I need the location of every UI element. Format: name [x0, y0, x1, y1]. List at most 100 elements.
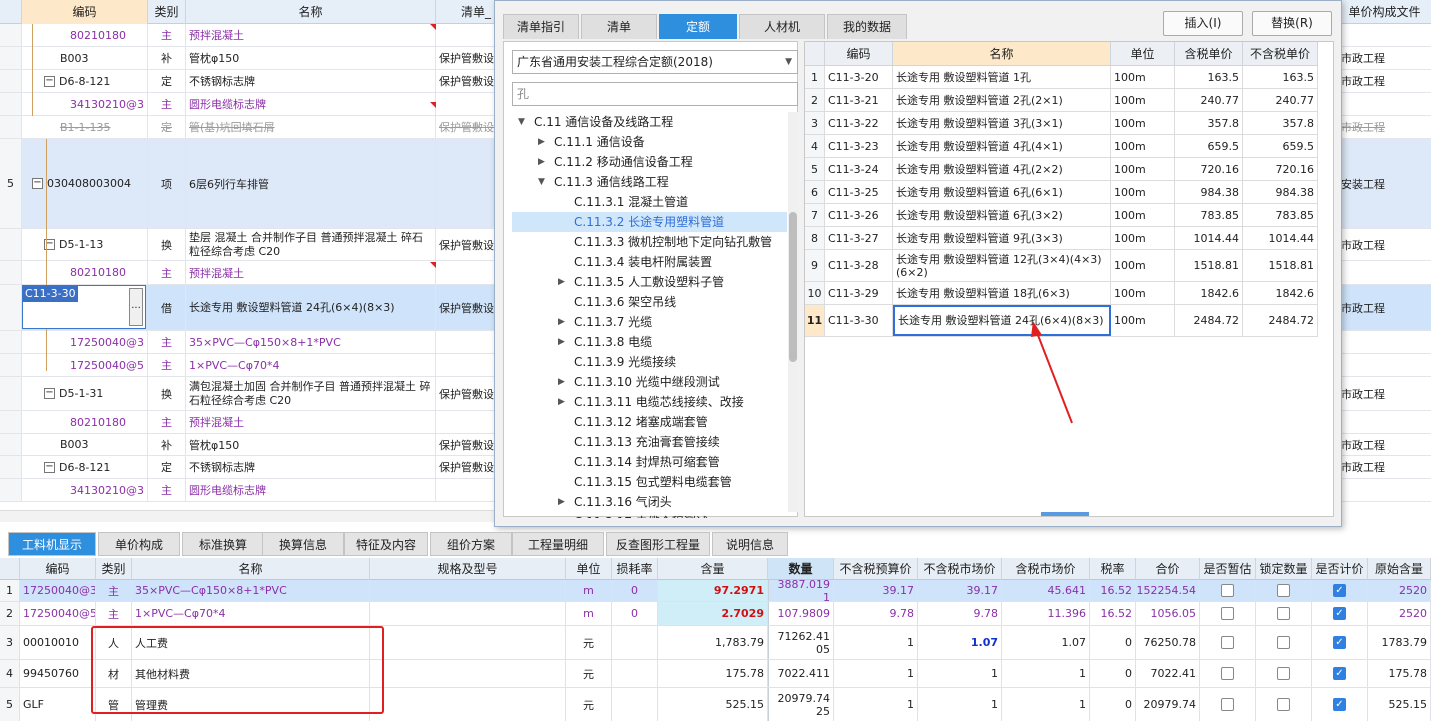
- caret-right-icon[interactable]: ▶: [538, 137, 545, 147]
- tree-node[interactable]: C.11.3.1 混凝土管道: [574, 192, 688, 212]
- header-code[interactable]: 编码: [22, 0, 148, 24]
- tree-node[interactable]: C.11 通信设备及线路工程: [534, 112, 673, 132]
- quota-cell-tax[interactable]: 1014.44: [1175, 227, 1243, 249]
- bottom-header-cell[interactable]: 编码: [20, 558, 96, 580]
- bottom-cell-rate[interactable]: 16.52: [1090, 602, 1136, 625]
- collapse-icon[interactable]: −: [44, 75, 55, 87]
- quota-cell-name[interactable]: 长途专用 敷设塑料管道 4孔(2×2): [893, 158, 1111, 180]
- dialog-tab[interactable]: 人材机: [739, 14, 825, 39]
- row-name[interactable]: 满包混凝土加固 合并制作子目 普通预拌混凝土 碎石粒径综合考虑 C20: [186, 377, 436, 410]
- quota-cell-code[interactable]: C11-3-25: [825, 181, 893, 203]
- row-code[interactable]: − D6-8-121: [22, 70, 148, 92]
- bottom-cell-budget[interactable]: 9.78: [834, 602, 918, 625]
- row-name[interactable]: 圆形电缆标志牌: [186, 93, 436, 115]
- bottom-cell-lock[interactable]: [1256, 602, 1312, 625]
- checkbox[interactable]: ✓: [1333, 667, 1346, 680]
- caret-right-icon[interactable]: ▶: [558, 517, 565, 518]
- quota-row[interactable]: 6 C11-3-25 长途专用 敷设塑料管道 6孔(6×1) 100m 984.38 98…: [805, 181, 1318, 204]
- caret-down-icon[interactable]: ▼: [518, 117, 525, 127]
- collapse-icon[interactable]: −: [44, 388, 55, 399]
- detail-tab[interactable]: 反查图形工程量: [606, 532, 710, 556]
- row-code[interactable]: B003: [22, 434, 148, 455]
- bottom-cell-budget[interactable]: 1: [834, 626, 918, 659]
- row-name[interactable]: 不锈钢标志牌: [186, 456, 436, 478]
- quota-header-name[interactable]: 名称: [893, 42, 1111, 66]
- quota-header-tax-price[interactable]: 含税单价: [1175, 42, 1243, 66]
- bottom-row[interactable]: 1 17250040@3 主 35×PVC—Cφ150×8+1*PVC m 0 97.297…: [0, 580, 1431, 602]
- caret-right-icon[interactable]: ▶: [558, 337, 565, 347]
- row-code[interactable]: − D5-1-31: [22, 377, 148, 410]
- quota-cell-unit[interactable]: 100m: [1111, 135, 1175, 157]
- bottom-header-cell[interactable]: 合价: [1136, 558, 1200, 580]
- bottom-cell-code[interactable]: 00010010: [20, 626, 96, 659]
- bottom-cell-code[interactable]: 17250040@3: [20, 580, 96, 601]
- tree-node[interactable]: C.11.3.7 光缆: [574, 312, 652, 332]
- bottom-cell-total[interactable]: 20979.74: [1136, 688, 1200, 721]
- row-code[interactable]: − D5-1-13: [22, 229, 148, 260]
- detail-tab[interactable]: 组价方案: [430, 532, 512, 556]
- bottom-cell-lock[interactable]: [1256, 580, 1312, 601]
- bottom-cell-code[interactable]: 99450760: [20, 660, 96, 687]
- row-name[interactable]: 1×PVC—Cφ70*4: [186, 354, 436, 376]
- bottom-cell-total[interactable]: 76250.78: [1136, 626, 1200, 659]
- quota-cell-code[interactable]: C11-3-22: [825, 112, 893, 134]
- tree-node[interactable]: C.11.2 移动通信设备工程: [554, 152, 693, 172]
- checkbox[interactable]: ✓: [1333, 698, 1346, 711]
- bottom-cell-est[interactable]: [1200, 626, 1256, 659]
- detail-tab[interactable]: 标准换算: [182, 532, 264, 556]
- quota-cell-notax[interactable]: 240.77: [1243, 89, 1318, 111]
- quota-row[interactable]: 8 C11-3-27 长途专用 敷设塑料管道 9孔(3×3) 100m 1014.44 1…: [805, 227, 1318, 250]
- collapse-icon[interactable]: −: [32, 178, 43, 189]
- bottom-cell-total[interactable]: 7022.41: [1136, 660, 1200, 687]
- bottom-cell-lock[interactable]: [1256, 688, 1312, 721]
- quota-cell-unit[interactable]: 100m: [1111, 250, 1175, 281]
- quota-cell-notax[interactable]: 984.38: [1243, 181, 1318, 203]
- row-code[interactable]: 80210180: [22, 24, 148, 46]
- bottom-header-cell[interactable]: 是否暂估: [1200, 558, 1256, 580]
- tree-node[interactable]: C.11.3.5 人工敷设塑料子管: [574, 272, 724, 292]
- checkbox[interactable]: [1221, 607, 1234, 620]
- bottom-cell-price[interactable]: ✓: [1312, 626, 1368, 659]
- bottom-cell-content[interactable]: 525.15: [658, 688, 768, 721]
- code-editor[interactable]: C11-3-30 ...: [22, 285, 146, 329]
- tree-node[interactable]: C.11.3.13 充油膏套管接续: [574, 432, 720, 452]
- bottom-cell-tax_market[interactable]: 1: [1002, 660, 1090, 687]
- quota-cell-tax[interactable]: 240.77: [1175, 89, 1243, 111]
- row-name[interactable]: 垫层 混凝土 合并制作子目 普通预拌混凝土 碎石粒径综合考虑 C20: [186, 229, 436, 260]
- row-code[interactable]: 34130210@3: [22, 479, 148, 501]
- bottom-cell-qty[interactable]: 71262.4105: [768, 626, 834, 659]
- quota-cell-name[interactable]: 长途专用 敷设塑料管道 12孔(3×4)(4×3)(6×2): [893, 250, 1111, 281]
- detail-tab[interactable]: 特征及内容: [344, 532, 428, 556]
- bottom-cell-rate[interactable]: 0: [1090, 660, 1136, 687]
- quota-cell-name[interactable]: 长途专用 敷设塑料管道 1孔: [893, 66, 1111, 88]
- tree-node[interactable]: C.11.3.3 微机控制地下定向钻孔敷管: [574, 232, 772, 252]
- row-name[interactable]: 预拌混凝土: [186, 261, 436, 284]
- bottom-cell-total[interactable]: 152254.54: [1136, 580, 1200, 601]
- quota-cell-notax[interactable]: 1014.44: [1243, 227, 1318, 249]
- quota-cell-unit[interactable]: 100m: [1111, 305, 1175, 336]
- bottom-cell-qty[interactable]: 107.9809: [768, 602, 834, 625]
- row-code[interactable]: B003: [22, 47, 148, 69]
- row-name[interactable]: 35×PVC—Cφ150×8+1*PVC: [186, 331, 436, 353]
- quota-row[interactable]: 11 C11-3-30 长途专用 敷设塑料管道 24孔(6×4)(8×3) 100m 2…: [805, 305, 1318, 337]
- bottom-cell-budget[interactable]: 1: [834, 688, 918, 721]
- checkbox[interactable]: [1221, 584, 1234, 597]
- quota-cell-unit[interactable]: 100m: [1111, 227, 1175, 249]
- library-select[interactable]: 广东省通用安装工程综合定额(2018) ▼: [512, 50, 798, 74]
- bottom-cell-tax_market[interactable]: 45.641: [1002, 580, 1090, 601]
- bottom-cell-loss[interactable]: [612, 660, 658, 687]
- bottom-cell-loss[interactable]: 0: [612, 580, 658, 601]
- row-name[interactable]: 管枕φ150: [186, 47, 436, 69]
- bottom-cell-tax_market[interactable]: 1.07: [1002, 626, 1090, 659]
- tree-node[interactable]: C.11.3.8 电缆: [574, 332, 652, 352]
- quota-cell-unit[interactable]: 100m: [1111, 158, 1175, 180]
- quota-cell-tax[interactable]: 357.8: [1175, 112, 1243, 134]
- quota-cell-tax[interactable]: 984.38: [1175, 181, 1243, 203]
- bottom-cell-price[interactable]: ✓: [1312, 660, 1368, 687]
- quota-cell-tax[interactable]: 720.16: [1175, 158, 1243, 180]
- bottom-cell-price[interactable]: ✓: [1312, 580, 1368, 601]
- tree-node[interactable]: C.11.1 通信设备: [554, 132, 645, 152]
- quota-cell-name[interactable]: 长途专用 敷设塑料管道 18孔(6×3): [893, 282, 1111, 304]
- quota-cell-unit[interactable]: 100m: [1111, 204, 1175, 226]
- bottom-cell-loss[interactable]: [612, 626, 658, 659]
